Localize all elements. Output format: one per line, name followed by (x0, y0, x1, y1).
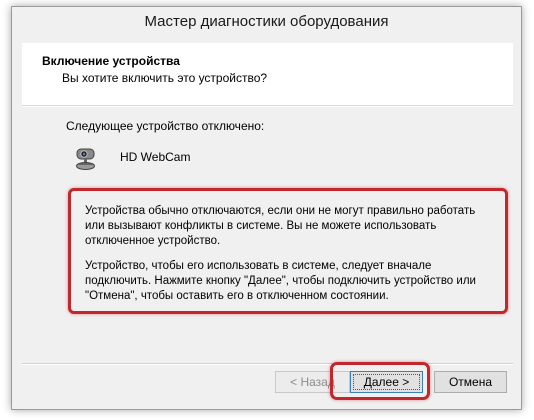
header-title: Включение устройства (42, 54, 180, 68)
footer-separator (22, 363, 513, 365)
window-title: Мастер диагностики оборудования (12, 7, 521, 37)
device-row: HD WebCam (74, 147, 274, 177)
header-subtitle: Вы хотите включить это устройство? (62, 71, 268, 85)
cancel-button[interactable]: Отмена (434, 371, 507, 393)
webcam-icon (74, 147, 98, 173)
info-highlight-box: Устройства обычно отключаются, если они … (68, 188, 508, 314)
wizard-header: Включение устройства Вы хотите включить … (22, 43, 513, 106)
next-button-highlight (330, 362, 430, 400)
info-paragraph-2: Устройство, чтобы его использовать в сис… (85, 260, 476, 302)
wizard-content: Следующее устройство отключено: HD WebCa… (22, 106, 513, 360)
wizard-window: Мастер диагностики оборудования Включени… (11, 6, 522, 410)
device-name: HD WebCam (120, 150, 191, 164)
status-text: Следующее устройство отключено: (66, 119, 265, 133)
info-paragraph-1: Устройства обычно отключаются, если они … (85, 205, 476, 247)
